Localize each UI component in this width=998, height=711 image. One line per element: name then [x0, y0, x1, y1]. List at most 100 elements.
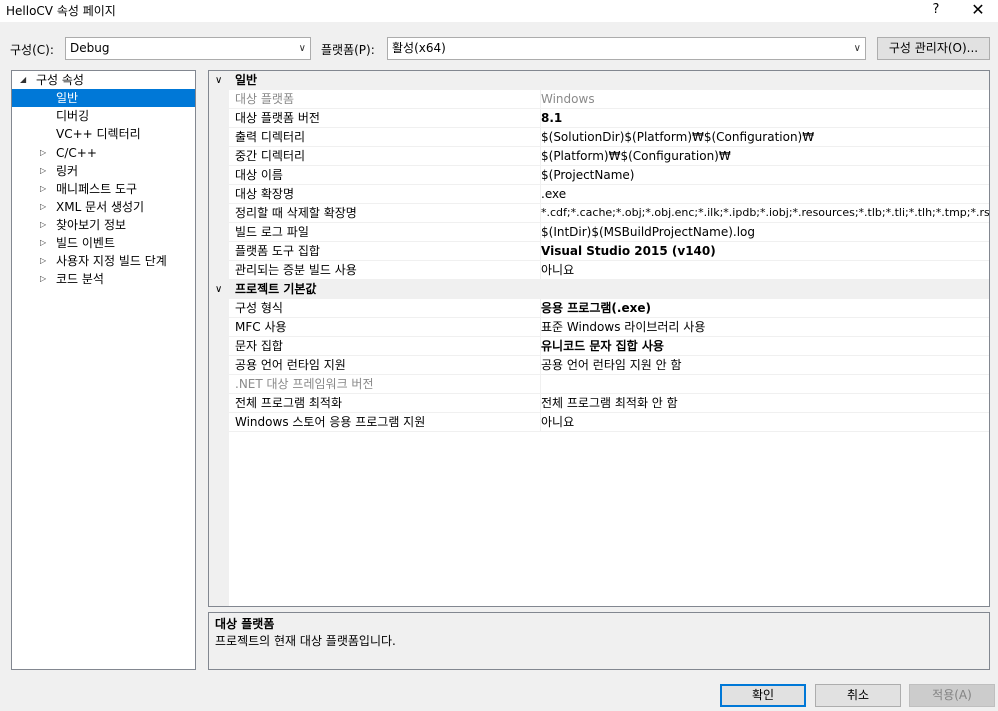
property-row[interactable]: 관리되는 증분 빌드 사용 아니요 [229, 261, 989, 280]
property-row[interactable]: 플랫폼 도구 집합 Visual Studio 2015 (v140) [229, 242, 989, 261]
property-tree[interactable]: ◢ 구성 속성 일반 디버깅 VC++ 디렉터리 ▷ C/C++ ▷ 링커 ▷ … [11, 70, 196, 670]
property-value[interactable]: 아니요 [540, 413, 574, 432]
config-manager-button[interactable]: 구성 관리자(O)... [877, 37, 990, 60]
property-value[interactable]: $(ProjectName) [540, 166, 634, 185]
property-row[interactable]: 중간 디렉터리 $(Platform)₩$(Configuration)₩ [229, 147, 989, 166]
property-row[interactable]: 문자 집합 유니코드 문자 집합 사용 [229, 337, 989, 356]
platform-dropdown[interactable]: 활성(x64) ∨ [387, 37, 866, 60]
category-label: 프로젝트 기본값 [235, 282, 317, 296]
close-button[interactable]: ✕ [966, 0, 990, 20]
property-value-text: Windows [541, 92, 595, 106]
property-row[interactable]: 대상 이름 $(ProjectName) [229, 166, 989, 185]
property-name: 출력 디렉터리 [235, 130, 306, 144]
property-row[interactable]: .NET 대상 프레임워크 버전 [229, 375, 989, 394]
chevron-down-icon[interactable]: ∨ [215, 71, 222, 90]
property-name: 전체 프로그램 최적화 [235, 396, 342, 410]
property-row[interactable]: 출력 디렉터리 $(SolutionDir)$(Platform)₩$(Conf… [229, 128, 989, 147]
expand-icon[interactable]: ▷ [40, 162, 46, 180]
property-row[interactable]: Windows 스토어 응용 프로그램 지원 아니요 [229, 413, 989, 432]
property-value-text: *.cdf;*.cache;*.obj;*.obj.enc;*.ilk;*.ip… [541, 206, 990, 219]
category-general[interactable]: ∨ 일반 [209, 71, 989, 90]
property-value-text: 표준 Windows 라이브러리 사용 [541, 320, 706, 334]
tree-item-cpp[interactable]: ▷ C/C++ [12, 144, 195, 162]
tree-root[interactable]: ◢ 구성 속성 [12, 71, 195, 89]
description-text: 프로젝트의 현재 대상 플랫폼입니다. [215, 634, 396, 648]
property-row[interactable]: 공용 언어 런타임 지원 공용 언어 런타임 지원 안 함 [229, 356, 989, 375]
property-row[interactable]: 대상 확장명 .exe [229, 185, 989, 204]
property-grid[interactable]: ∨ 일반 대상 플랫폼 Windows 대상 플랫폼 버전 8.1 출력 디렉터… [208, 70, 990, 607]
property-name: 중간 디렉터리 [235, 149, 306, 163]
property-value[interactable]: 유니코드 문자 집합 사용 [540, 337, 664, 356]
tree-item-label: 사용자 지정 빌드 단계 [56, 254, 167, 268]
tree-item-code-analysis[interactable]: ▷ 코드 분석 [12, 270, 195, 288]
ok-button[interactable]: 확인 [720, 684, 806, 707]
property-value[interactable]: .exe [540, 185, 566, 204]
category-project-defaults[interactable]: ∨ 프로젝트 기본값 [209, 280, 989, 299]
tree-item-build-events[interactable]: ▷ 빌드 이벤트 [12, 234, 195, 252]
expand-icon[interactable]: ▷ [40, 270, 46, 288]
apply-button[interactable]: 적용(A) [909, 684, 995, 707]
property-value[interactable]: 전체 프로그램 최적화 안 함 [540, 394, 678, 413]
property-value[interactable]: $(SolutionDir)$(Platform)₩$(Configuratio… [540, 128, 814, 147]
expand-icon[interactable]: ▷ [40, 144, 46, 162]
tree-item-browse-info[interactable]: ▷ 찾아보기 정보 [12, 216, 195, 234]
tree-item-general[interactable]: 일반 [12, 89, 195, 107]
property-name: 대상 이름 [235, 168, 283, 182]
property-value-text: $(ProjectName) [541, 168, 635, 182]
tree-item-label: 코드 분석 [56, 272, 104, 286]
property-value[interactable] [540, 375, 541, 394]
property-name: 문자 집합 [235, 339, 283, 353]
tree-item-manifest-tool[interactable]: ▷ 매니페스트 도구 [12, 180, 195, 198]
property-row[interactable]: 대상 플랫폼 Windows [229, 90, 989, 109]
tree-item-xml-doc-generator[interactable]: ▷ XML 문서 생성기 [12, 198, 195, 216]
expand-icon[interactable]: ▷ [40, 180, 46, 198]
property-value[interactable]: $(IntDir)$(MSBuildProjectName).log [540, 223, 755, 242]
property-name: 관리되는 증분 빌드 사용 [235, 263, 357, 277]
property-value-text: $(Platform)₩$(Configuration)₩ [541, 149, 731, 163]
tree-item-linker[interactable]: ▷ 링커 [12, 162, 195, 180]
property-row[interactable]: 대상 플랫폼 버전 8.1 [229, 109, 989, 128]
config-dropdown[interactable]: Debug ∨ [65, 37, 311, 60]
platform-label: 플랫폼(P): [321, 43, 375, 57]
cancel-button[interactable]: 취소 [815, 684, 901, 707]
help-button[interactable]: ? [926, 0, 946, 20]
property-value[interactable]: $(Platform)₩$(Configuration)₩ [540, 147, 731, 166]
expand-icon[interactable]: ▷ [40, 252, 46, 270]
property-name: 정리할 때 삭제할 확장명 [235, 206, 357, 220]
tree-item-vc-directories[interactable]: VC++ 디렉터리 [12, 125, 195, 143]
property-value[interactable]: 응용 프로그램(.exe) [540, 299, 651, 318]
collapse-icon[interactable]: ◢ [20, 71, 26, 89]
category-label: 일반 [235, 73, 258, 87]
property-name: 플랫폼 도구 집합 [235, 244, 320, 258]
property-row[interactable]: 빌드 로그 파일 $(IntDir)$(MSBuildProjectName).… [229, 223, 989, 242]
property-name: 대상 확장명 [235, 187, 295, 201]
property-value[interactable]: 아니요 [540, 261, 574, 280]
tree-item-custom-build-step[interactable]: ▷ 사용자 지정 빌드 단계 [12, 252, 195, 270]
property-value-text: $(IntDir)$(MSBuildProjectName).log [541, 225, 756, 239]
config-value: Debug [70, 41, 110, 55]
property-value[interactable]: *.cdf;*.cache;*.obj;*.obj.enc;*.ilk;*.ip… [540, 204, 990, 223]
platform-value: 활성(x64) [392, 41, 446, 55]
property-row[interactable]: 전체 프로그램 최적화 전체 프로그램 최적화 안 함 [229, 394, 989, 413]
property-row[interactable]: 구성 형식 응용 프로그램(.exe) [229, 299, 989, 318]
expand-icon[interactable]: ▷ [40, 234, 46, 252]
expand-icon[interactable]: ▷ [40, 198, 46, 216]
property-value[interactable]: Visual Studio 2015 (v140) [540, 242, 716, 261]
property-value-text: $(SolutionDir)$(Platform)₩$(Configuratio… [541, 130, 815, 144]
property-row[interactable]: 정리할 때 삭제할 확장명 *.cdf;*.cache;*.obj;*.obj.… [229, 204, 989, 223]
property-value[interactable]: 8.1 [540, 109, 562, 128]
expand-icon[interactable]: ▷ [40, 216, 46, 234]
chevron-down-icon: ∨ [298, 43, 306, 54]
tree-item-label: 빌드 이벤트 [56, 236, 116, 250]
chevron-down-icon: ∨ [853, 43, 861, 54]
tree-item-debugging[interactable]: 디버깅 [12, 107, 195, 125]
property-value[interactable]: 표준 Windows 라이브러리 사용 [540, 318, 705, 337]
property-name: 대상 플랫폼 [235, 92, 295, 106]
config-label: 구성(C): [10, 43, 54, 57]
property-value-text: 아니요 [541, 263, 575, 277]
chevron-down-icon[interactable]: ∨ [215, 280, 222, 299]
property-value[interactable]: Windows [540, 90, 595, 109]
property-row[interactable]: MFC 사용 표준 Windows 라이브러리 사용 [229, 318, 989, 337]
property-value[interactable]: 공용 언어 런타임 지원 안 함 [540, 356, 682, 375]
property-name: MFC 사용 [235, 320, 287, 334]
